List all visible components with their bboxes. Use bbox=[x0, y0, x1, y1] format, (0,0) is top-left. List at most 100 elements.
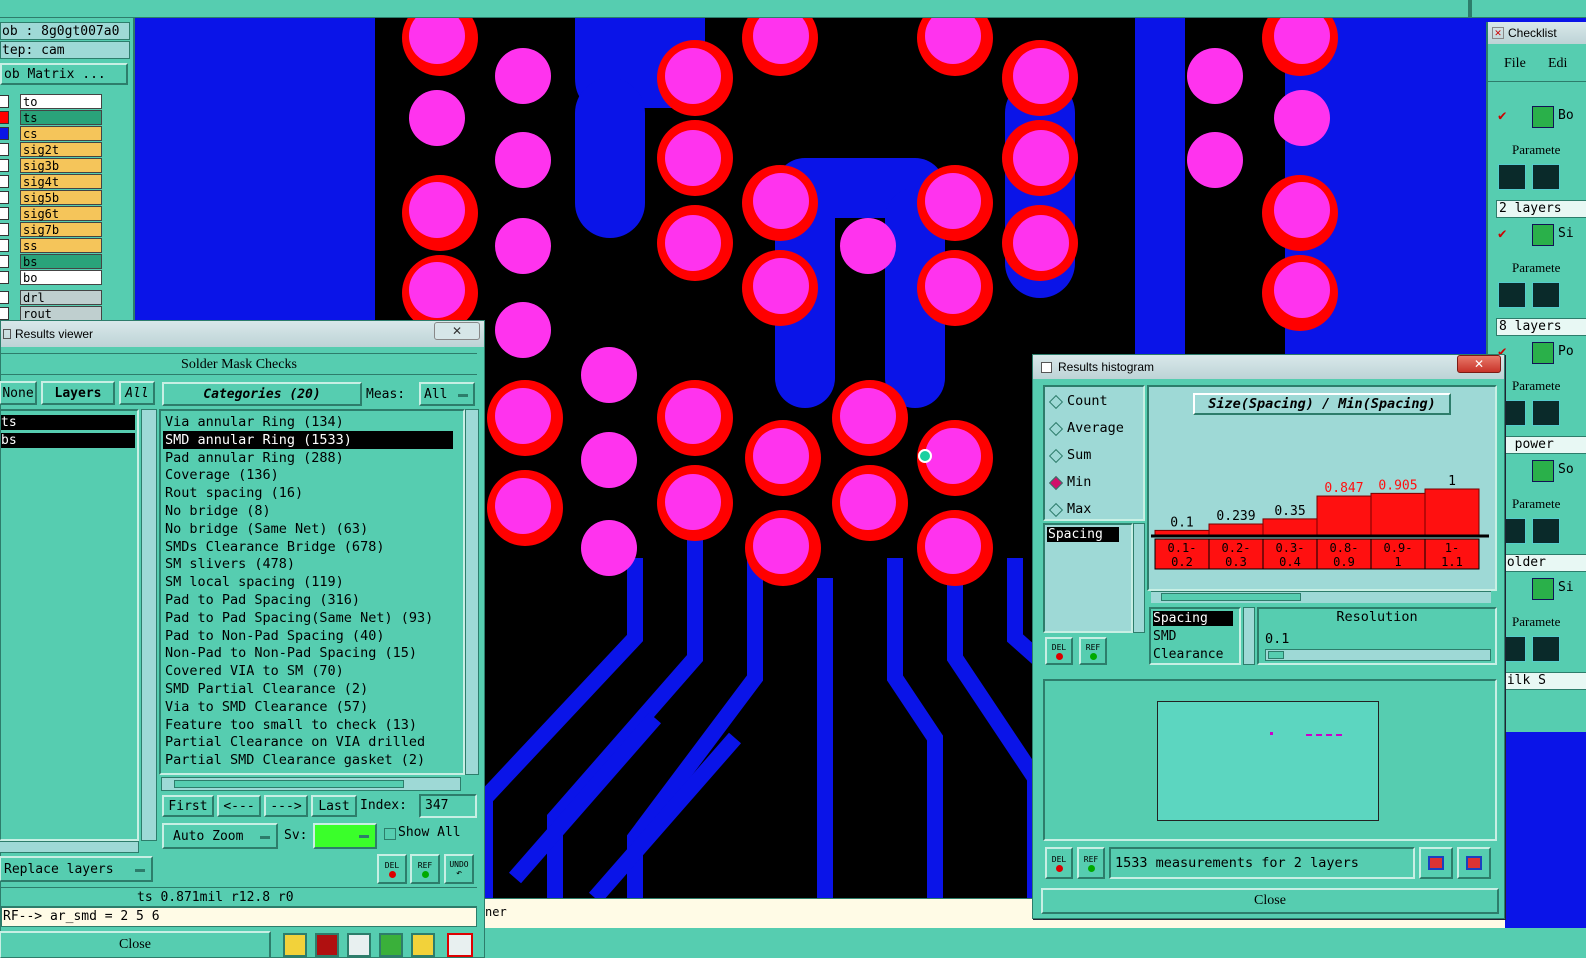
menu-file[interactable]: File bbox=[1504, 56, 1526, 72]
category-item[interactable]: Pad annular Ring (288) bbox=[163, 449, 344, 467]
layer-row-bo[interactable]: bo bbox=[0, 270, 132, 285]
layers-hscrollbar[interactable] bbox=[0, 841, 139, 853]
category-item[interactable]: Pad to Pad Spacing(Same Net) (93) bbox=[163, 609, 433, 627]
hscroll-thumb[interactable] bbox=[1161, 593, 1301, 601]
category-item[interactable]: Non-Pad to Non-Pad Spacing (15) bbox=[163, 644, 417, 662]
layer-color-swatch[interactable] bbox=[0, 111, 9, 124]
undo-button[interactable]: UNDO ↶ bbox=[444, 854, 474, 884]
category-item[interactable]: Partial Clearance on VIA drilled bbox=[163, 733, 425, 751]
hscroll-thumb[interactable] bbox=[174, 780, 404, 788]
layer-name[interactable]: sig2t bbox=[20, 142, 102, 157]
slider-thumb[interactable] bbox=[1268, 651, 1284, 659]
command-line[interactable]: RF--> ar_smd = 2 5 6 bbox=[1, 907, 477, 927]
run-icon[interactable] bbox=[1532, 518, 1560, 544]
histogram-list-scrollbar[interactable] bbox=[1133, 523, 1145, 633]
checklist-item[interactable]: ✔ Bo bbox=[1488, 102, 1586, 132]
export-icon[interactable] bbox=[1419, 847, 1453, 879]
all-layers-button[interactable]: All bbox=[119, 381, 155, 405]
layer-color-swatch[interactable] bbox=[0, 127, 9, 140]
radio-sum[interactable] bbox=[1048, 448, 1064, 464]
layer-name[interactable]: drl bbox=[20, 290, 102, 305]
tool-icon[interactable] bbox=[315, 933, 339, 957]
del-button[interactable]: DEL bbox=[377, 854, 407, 884]
histogram-bar[interactable] bbox=[1316, 495, 1372, 536]
histogram-chart[interactable]: 0.1 0.1-0.2 0.239 0.2-0.3 0.35 0.3-0.4 0.847 0.… bbox=[1149, 417, 1495, 589]
chart-hscrollbar[interactable] bbox=[1151, 591, 1491, 603]
layer-name[interactable]: ss bbox=[20, 238, 102, 253]
histogram-list-item[interactable]: Spacing bbox=[1047, 527, 1119, 542]
radio-max[interactable] bbox=[1048, 502, 1064, 518]
layer-color-swatch[interactable] bbox=[0, 291, 9, 304]
layer-row-to[interactable]: to bbox=[0, 94, 132, 109]
layer-color-swatch[interactable] bbox=[0, 143, 9, 156]
run-icon[interactable] bbox=[1532, 400, 1560, 426]
checklist-titlebar[interactable]: ✕ Checklist bbox=[1488, 22, 1586, 44]
prev-button[interactable]: <--- bbox=[217, 795, 261, 817]
tool-icon[interactable] bbox=[379, 933, 403, 957]
results-viewer-titlebar[interactable]: Results viewer bbox=[1, 321, 484, 347]
category-item[interactable]: Rout spacing (16) bbox=[163, 484, 303, 502]
hist-ref-button-2[interactable]: REF bbox=[1077, 847, 1105, 879]
layer-name[interactable]: bo bbox=[20, 270, 102, 285]
category-item[interactable]: Via to SMD Clearance (57) bbox=[163, 698, 368, 716]
layer-color-swatch[interactable] bbox=[0, 223, 9, 236]
layer-name[interactable]: rout bbox=[20, 306, 102, 321]
layer-row-rout[interactable]: rout bbox=[0, 306, 132, 321]
layer-row-sig3b[interactable]: sig3b bbox=[0, 158, 132, 173]
run-icon[interactable] bbox=[1532, 164, 1560, 190]
layer-color-swatch[interactable] bbox=[0, 239, 9, 252]
categories-scrollbar[interactable] bbox=[465, 409, 479, 775]
layer-name[interactable]: ts bbox=[20, 110, 102, 125]
results-viewer-close-button[interactable]: Close bbox=[0, 931, 271, 958]
layer-color-swatch[interactable] bbox=[0, 175, 9, 188]
layer-row-ss[interactable]: ss bbox=[0, 238, 132, 253]
checklist-tool-icons[interactable] bbox=[1498, 518, 1586, 546]
layer-name[interactable]: sig5b bbox=[20, 190, 102, 205]
checklist-tool-icons[interactable] bbox=[1498, 282, 1586, 310]
selected-layers-list[interactable]: ts bs bbox=[0, 409, 139, 841]
layer-name[interactable]: cs bbox=[20, 126, 102, 141]
none-button[interactable]: None bbox=[0, 381, 37, 405]
layers-scrollbar[interactable] bbox=[141, 409, 157, 841]
layer-color-swatch[interactable] bbox=[0, 191, 9, 204]
category-item[interactable]: Pad to Non-Pad Spacing (40) bbox=[163, 627, 384, 645]
checklist-tool-icons[interactable] bbox=[1498, 164, 1586, 192]
layer-list[interactable]: to ts cs sig2t sig3b sig4t sig5b sig6t sig7b ss bs… bbox=[0, 94, 132, 324]
results-viewer-close-icon[interactable]: ✕ bbox=[434, 322, 480, 340]
check-icon[interactable]: ✔ bbox=[1498, 226, 1506, 242]
categories-hscrollbar[interactable] bbox=[161, 777, 461, 791]
ref-button[interactable]: REF bbox=[410, 854, 440, 884]
run-icon[interactable] bbox=[1532, 282, 1560, 308]
hist-del-button-2[interactable]: DEL bbox=[1045, 847, 1073, 879]
layer-color-swatch[interactable] bbox=[0, 207, 9, 220]
category-item[interactable]: Coverage (136) bbox=[163, 466, 279, 484]
close-icon[interactable]: ✕ bbox=[1492, 27, 1504, 39]
histogram-bar[interactable] bbox=[1424, 488, 1480, 536]
meas-dropdown[interactable]: All bbox=[419, 382, 475, 406]
run-icon[interactable] bbox=[1532, 636, 1560, 662]
histogram-bar[interactable] bbox=[1370, 492, 1426, 536]
layer-row-sig5b[interactable]: sig5b bbox=[0, 190, 132, 205]
layer-color-swatch[interactable] bbox=[0, 271, 9, 284]
histogram-list[interactable]: Spacing bbox=[1043, 523, 1133, 633]
histogram-bar[interactable] bbox=[1262, 518, 1318, 536]
hist-del-button[interactable]: DEL bbox=[1045, 637, 1073, 665]
layer-color-swatch[interactable] bbox=[0, 255, 9, 268]
histogram-titlebar[interactable]: Results histogram bbox=[1033, 355, 1504, 379]
layer-name[interactable]: bs bbox=[20, 254, 102, 269]
import-icon[interactable] bbox=[1457, 847, 1491, 879]
tool-icon[interactable] bbox=[347, 933, 371, 957]
layer-row-sig2t[interactable]: sig2t bbox=[0, 142, 132, 157]
histogram-close-button[interactable]: Close bbox=[1041, 888, 1499, 914]
check-icon[interactable]: ✔ bbox=[1498, 108, 1506, 124]
histogram-close-icon[interactable]: ✕ bbox=[1457, 355, 1501, 373]
category-item[interactable]: SM slivers (478) bbox=[163, 555, 295, 573]
run-icon[interactable] bbox=[1498, 164, 1526, 190]
replace-layers-dropdown[interactable]: Replace layers bbox=[0, 856, 153, 882]
category-item[interactable]: SMDs Clearance Bridge (678) bbox=[163, 538, 384, 556]
layer-color-swatch[interactable] bbox=[0, 159, 9, 172]
measure-item[interactable]: Spacing bbox=[1153, 611, 1233, 626]
measures-scrollbar[interactable] bbox=[1243, 607, 1255, 665]
selected-layer-ts[interactable]: ts bbox=[1, 415, 135, 430]
tool-icon[interactable] bbox=[283, 933, 307, 957]
